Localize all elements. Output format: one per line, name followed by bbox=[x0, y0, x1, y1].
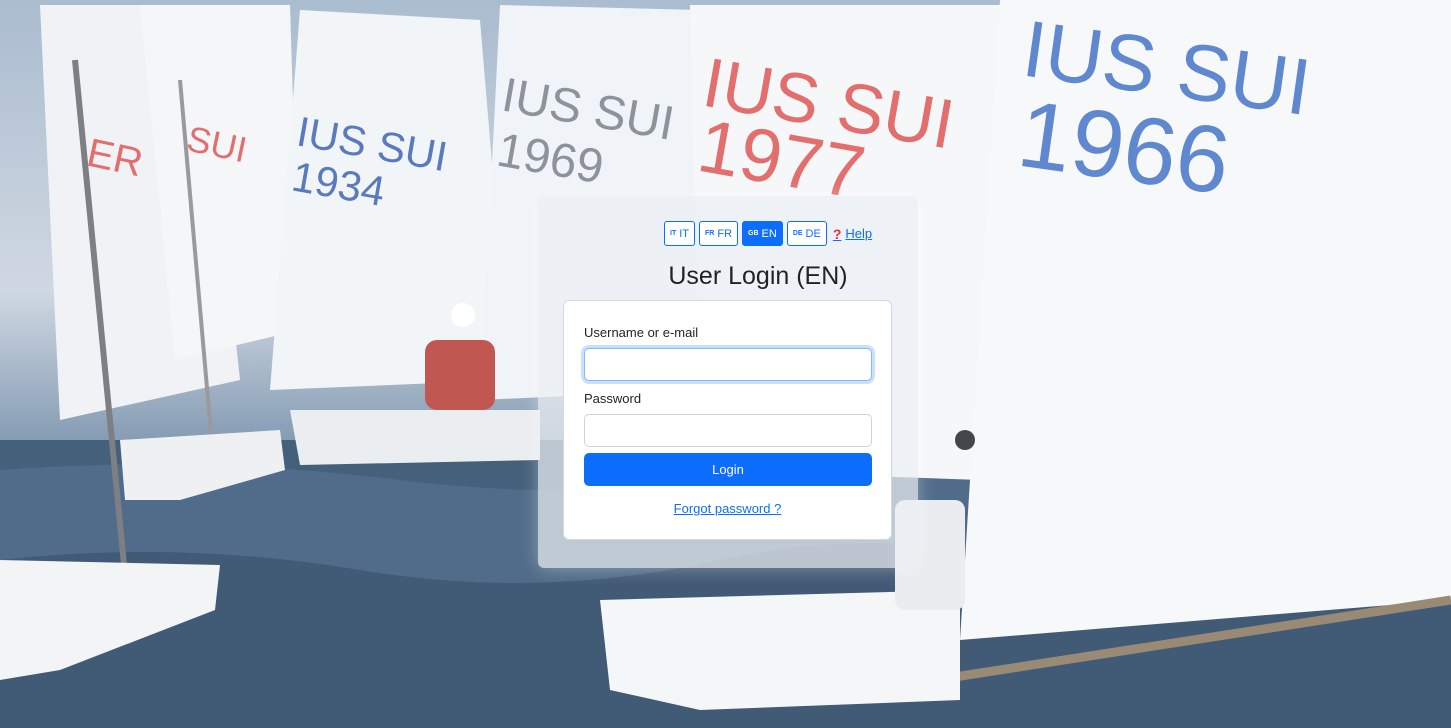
lang-button-en[interactable]: GB EN bbox=[742, 221, 783, 246]
page-title: User Login (EN) bbox=[668, 262, 848, 290]
help-link[interactable]: ? Help bbox=[833, 226, 872, 242]
login-button[interactable]: Login bbox=[584, 453, 872, 486]
lang-button-de[interactable]: DE DE bbox=[786, 221, 827, 246]
login-form: Username or e-mail Password Login Forgot… bbox=[563, 300, 892, 540]
help-label: Help bbox=[845, 226, 873, 241]
password-label: Password bbox=[584, 391, 642, 406]
lang-label-fr: FR bbox=[717, 227, 733, 240]
lang-label-de: DE bbox=[805, 227, 821, 240]
language-selector: IT IT FR FR GB EN DE DE ? Help bbox=[664, 221, 872, 246]
lang-button-fr[interactable]: FR FR bbox=[699, 221, 739, 246]
password-input[interactable] bbox=[584, 414, 872, 447]
username-label: Username or e-mail bbox=[584, 325, 699, 340]
lang-label-en: EN bbox=[761, 227, 777, 240]
flag-gb-icon: GB bbox=[748, 230, 759, 237]
flag-it-icon: IT bbox=[670, 230, 677, 237]
flag-fr-icon: FR bbox=[705, 230, 715, 237]
question-mark-icon: ? bbox=[832, 225, 842, 242]
lang-button-it[interactable]: IT IT bbox=[664, 221, 696, 246]
forgot-password-link[interactable]: Forgot password ? bbox=[564, 501, 891, 516]
username-input[interactable] bbox=[584, 348, 872, 381]
lang-label-it: IT bbox=[679, 227, 690, 240]
login-panel: IT IT FR FR GB EN DE DE ? Help User Logi… bbox=[538, 196, 918, 568]
flag-de-icon: DE bbox=[792, 230, 803, 237]
